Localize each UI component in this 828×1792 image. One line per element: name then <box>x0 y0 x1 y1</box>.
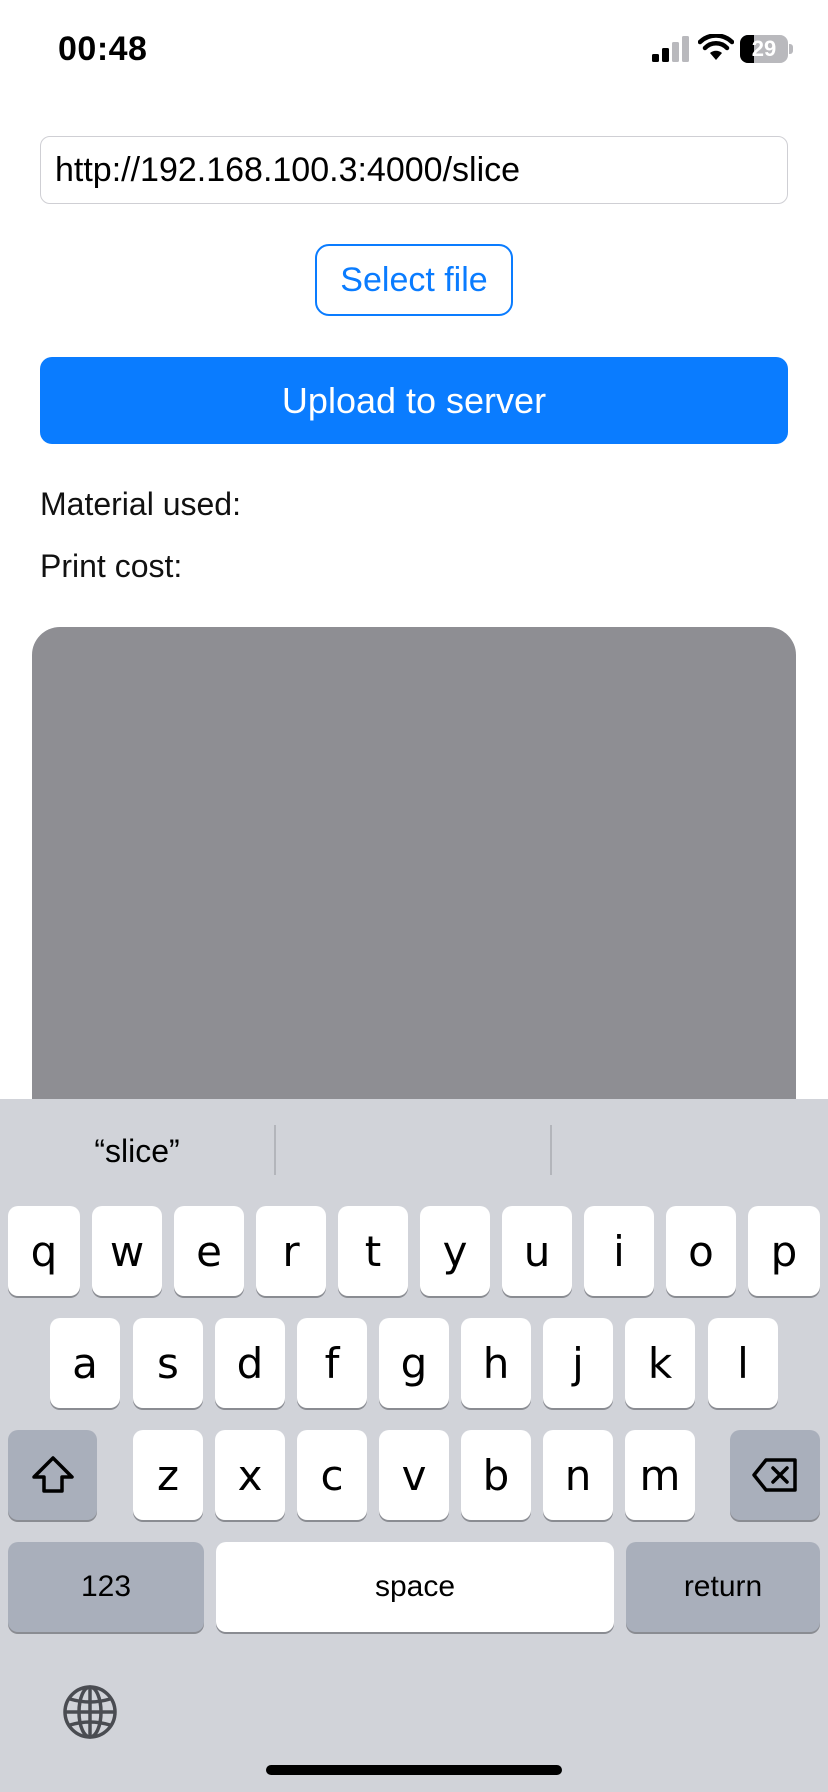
key-v[interactable]: v <box>379 1430 449 1520</box>
key-b[interactable]: b <box>461 1430 531 1520</box>
key-n[interactable]: n <box>543 1430 613 1520</box>
key-g[interactable]: g <box>379 1318 449 1408</box>
key-o[interactable]: o <box>666 1206 736 1296</box>
backspace-key[interactable] <box>730 1430 820 1520</box>
key-y[interactable]: y <box>420 1206 490 1296</box>
key-j[interactable]: j <box>543 1318 613 1408</box>
cellular-signal-icon <box>652 36 689 62</box>
model-preview-area <box>32 627 796 1107</box>
shift-arrow-icon <box>31 1456 74 1493</box>
space-key[interactable]: space <box>216 1542 614 1632</box>
key-h[interactable]: h <box>461 1318 531 1408</box>
url-input[interactable] <box>40 136 788 204</box>
home-indicator <box>266 1765 562 1775</box>
key-a[interactable]: a <box>50 1318 120 1408</box>
material-used-label: Material used: <box>40 486 241 522</box>
key-f[interactable]: f <box>297 1318 367 1408</box>
print-cost-label: Print cost: <box>40 548 183 584</box>
key-s[interactable]: s <box>133 1318 203 1408</box>
wifi-icon <box>698 34 734 60</box>
key-p[interactable]: p <box>748 1206 820 1296</box>
key-q[interactable]: q <box>8 1206 80 1296</box>
key-k[interactable]: k <box>625 1318 695 1408</box>
backspace-icon <box>752 1458 797 1492</box>
key-l[interactable]: l <box>708 1318 778 1408</box>
status-time: 00:48 <box>58 30 148 68</box>
globe-icon[interactable] <box>62 1684 118 1740</box>
key-m[interactable]: m <box>625 1430 695 1520</box>
key-t[interactable]: t <box>338 1206 408 1296</box>
select-file-button[interactable]: Select file <box>315 244 513 316</box>
key-d[interactable]: d <box>215 1318 285 1408</box>
numbers-key[interactable]: 123 <box>8 1542 204 1632</box>
key-z[interactable]: z <box>133 1430 203 1520</box>
upload-to-server-button[interactable]: Upload to server <box>40 357 788 444</box>
suggestion-item[interactable] <box>552 1099 828 1203</box>
key-c[interactable]: c <box>297 1430 367 1520</box>
suggestion-item[interactable] <box>276 1099 550 1203</box>
battery-icon: 29 <box>740 35 793 63</box>
key-e[interactable]: e <box>174 1206 244 1296</box>
status-bar: 00:48 29 <box>0 0 828 100</box>
key-r[interactable]: r <box>256 1206 326 1296</box>
suggestion-bar: “slice” <box>0 1099 828 1203</box>
return-key[interactable]: return <box>626 1542 820 1632</box>
suggestion-item[interactable]: “slice” <box>0 1099 274 1203</box>
key-u[interactable]: u <box>502 1206 572 1296</box>
key-i[interactable]: i <box>584 1206 654 1296</box>
shift-key[interactable] <box>8 1430 97 1520</box>
battery-level: 29 <box>751 36 777 61</box>
key-w[interactable]: w <box>92 1206 162 1296</box>
key-x[interactable]: x <box>215 1430 285 1520</box>
